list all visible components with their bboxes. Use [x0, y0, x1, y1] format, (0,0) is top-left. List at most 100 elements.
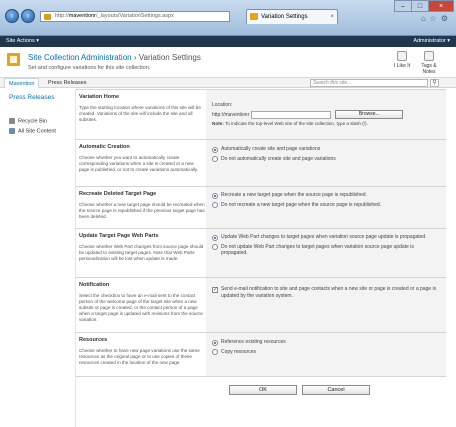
- reference-resources-option[interactable]: Reference existing resources: [212, 339, 440, 346]
- section-controls: Recreate a new target page when the sour…: [206, 187, 446, 228]
- top-navigation: Mavention Press Releases Search this sit…: [0, 78, 456, 88]
- copy-resources-option[interactable]: Copy resources: [212, 349, 440, 355]
- page-icon: [44, 14, 51, 20]
- section-label-area: Update Target Page Web Parts Choose whet…: [79, 229, 205, 277]
- browser-chrome: ‹ › http://maventionr/_layouts/Variation…: [0, 0, 456, 36]
- no-recreate-option[interactable]: Do not recreate a new target page when t…: [212, 201, 440, 208]
- option-label: Automatically create site and page varia…: [221, 146, 321, 152]
- section-title: Update Target Page Web Parts: [79, 233, 159, 239]
- ribbon-bar: Site Actions ▾ Administrator ▾: [0, 36, 456, 47]
- section-label-area: Notification Select the checkbox to have…: [79, 278, 205, 332]
- radio-selected[interactable]: [212, 146, 218, 153]
- send-email-option[interactable]: ✓ Send e-mail notification to site and pa…: [212, 286, 440, 299]
- option-label: Recreate a new target page when the sour…: [221, 192, 367, 198]
- quicklaunch-all-site-content[interactable]: All Site Content: [9, 128, 56, 134]
- section-recreate-deleted: Recreate Deleted Target Page Choose whet…: [76, 186, 446, 228]
- radio-selected[interactable]: [212, 192, 218, 199]
- breadcrumb-site-collection-admin[interactable]: Site Collection Administration: [28, 53, 132, 62]
- section-controls: Automatically create site and page varia…: [206, 140, 446, 186]
- maximize-icon[interactable]: □: [411, 0, 429, 12]
- recreate-option[interactable]: Recreate a new target page when the sour…: [212, 192, 440, 199]
- section-description: Select the checkbox to have an e-mail se…: [79, 293, 203, 322]
- radio-selected[interactable]: [212, 339, 218, 346]
- section-label-area: Resources Choose whether to have new pag…: [79, 333, 205, 376]
- browser-tab[interactable]: Variation Settings ×: [246, 9, 338, 24]
- search-input[interactable]: Search this site...: [310, 79, 428, 87]
- minimize-icon[interactable]: –: [394, 0, 412, 12]
- breadcrumb-current: Variation Settings: [138, 53, 201, 62]
- no-update-web-parts-option[interactable]: Do not update Web Part changes to target…: [212, 244, 440, 257]
- location-label: Location:: [212, 102, 233, 108]
- section-title: Resources: [79, 337, 108, 343]
- user-menu[interactable]: Administrator ▾: [413, 36, 450, 47]
- tags-notes-label: Tags & Notes: [421, 63, 437, 75]
- page-description: Set and configure variations for this si…: [28, 65, 151, 71]
- section-title: Automatic Creation: [79, 144, 130, 150]
- option-label: Reference existing resources: [221, 339, 286, 345]
- forward-icon[interactable]: ›: [21, 9, 35, 23]
- site-actions-menu[interactable]: Site Actions ▾: [6, 36, 39, 47]
- radio-selected[interactable]: [212, 234, 218, 241]
- url-host: maventionr: [68, 13, 96, 19]
- section-label-area: Recreate Deleted Target Page Choose whet…: [79, 187, 205, 228]
- tab-close-icon[interactable]: ×: [330, 10, 334, 24]
- url-path: /_layouts/VariationSettings.aspx: [95, 13, 174, 19]
- cancel-button[interactable]: Cancel: [302, 385, 370, 395]
- browse-button[interactable]: Browse...: [335, 110, 404, 119]
- tags-notes-button[interactable]: Tags & Notes: [418, 51, 440, 75]
- section-description: Type the starting location where variati…: [79, 105, 201, 122]
- radio-unselected[interactable]: [212, 349, 218, 355]
- note-text: To indicate the top-level Web site of th…: [223, 121, 368, 126]
- section-description: Choose whether to have new page variatio…: [79, 348, 200, 365]
- i-like-it-label: I Like It: [393, 63, 411, 69]
- section-resources: Resources Choose whether to have new pag…: [76, 332, 446, 377]
- close-window-icon[interactable]: ×: [428, 0, 454, 12]
- address-bar[interactable]: http://maventionr/_layouts/VariationSett…: [40, 11, 230, 22]
- section-title: Variation Home: [79, 94, 120, 100]
- no-auto-create-option[interactable]: Do not automatically create site and pag…: [212, 155, 440, 162]
- topnav-item-press-releases[interactable]: Press Releases: [44, 78, 91, 88]
- section-controls: ✓ Send e-mail notification to site and pa…: [206, 278, 446, 332]
- window-controls: – □ ×: [394, 0, 454, 12]
- quicklaunch-press-releases[interactable]: Press Releases: [9, 94, 55, 101]
- option-label: Send e-mail notification to site and pag…: [221, 286, 437, 299]
- radio-unselected[interactable]: [212, 202, 218, 208]
- all-site-content-label: All Site Content: [18, 128, 56, 135]
- option-label: Do not recreate a new target page when t…: [221, 201, 382, 208]
- title-area: Site Collection Administration › Variati…: [0, 47, 456, 78]
- variation-settings-form: Variation Home Type the starting locatio…: [76, 89, 446, 427]
- option-label: Do not update Web Part changes to target…: [221, 243, 414, 257]
- update-web-parts-option[interactable]: Update Web Part changes to target pages …: [212, 234, 440, 241]
- section-title: Notification: [79, 282, 110, 288]
- tag-icon: [424, 51, 434, 61]
- location-note: Note: To indicate the top-level Web site…: [212, 121, 440, 126]
- section-description: Choose whether Web Part changes from sou…: [79, 244, 204, 261]
- section-description: Choose whether a new target page should …: [79, 202, 205, 219]
- note-label: Note:: [212, 121, 224, 126]
- topnav-item-mavention[interactable]: Mavention: [4, 78, 40, 88]
- section-update-web-parts: Update Target Page Web Parts Choose whet…: [76, 228, 446, 277]
- option-label: Update Web Part changes to target pages …: [221, 234, 427, 240]
- tab-favicon-icon: [250, 13, 258, 20]
- location-input[interactable]: [251, 110, 332, 119]
- tab-title: Variation Settings: [261, 14, 308, 20]
- section-notification: Notification Select the checkbox to have…: [76, 277, 446, 332]
- option-label: Do not automatically create site and pag…: [221, 155, 336, 162]
- section-label-area: Variation Home Type the starting locatio…: [79, 90, 205, 139]
- search-icon[interactable]: ⚲: [430, 79, 439, 87]
- back-icon[interactable]: ‹: [5, 9, 19, 23]
- radio-unselected[interactable]: [212, 244, 218, 250]
- radio-unselected[interactable]: [212, 156, 218, 162]
- checkbox-checked[interactable]: ✓: [212, 286, 218, 293]
- section-controls: Location: http://maventionr Browse... No…: [206, 90, 446, 139]
- breadcrumb-separator: ›: [133, 53, 137, 62]
- quicklaunch-recycle-bin[interactable]: Recycle Bin: [9, 118, 47, 124]
- quick-launch: Press Releases Recycle Bin All Site Cont…: [0, 89, 76, 427]
- section-variation-home: Variation Home Type the starting locatio…: [76, 89, 446, 139]
- browser-tool-icons[interactable]: ⌂☆⚙: [421, 14, 452, 23]
- recycle-bin-label: Recycle Bin: [18, 118, 48, 125]
- auto-create-option[interactable]: Automatically create site and page varia…: [212, 146, 440, 153]
- site-logo-icon: [7, 53, 20, 66]
- ok-button[interactable]: OK: [229, 385, 297, 395]
- i-like-it-button[interactable]: I Like It: [392, 51, 412, 69]
